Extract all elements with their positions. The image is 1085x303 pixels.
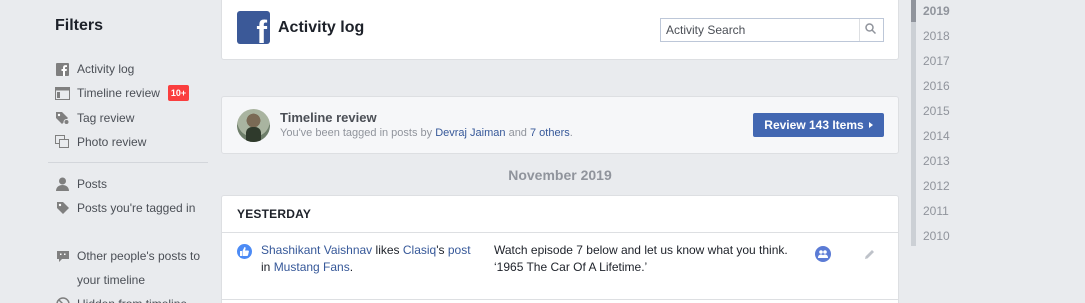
search-button[interactable] (859, 19, 881, 41)
activity-row: Shashikant Vaishnav likes Clasiq's post … (222, 234, 898, 300)
target-link[interactable]: Clasiq (403, 243, 436, 257)
year-link-2019[interactable]: 2019 (923, 4, 950, 18)
activity-search (660, 18, 884, 42)
year-rail (911, 0, 916, 246)
year-link-2016[interactable]: 2016 (923, 79, 950, 93)
others-link[interactable]: 7 others (530, 127, 570, 139)
section-header: YESTERDAY (222, 196, 898, 233)
post-link[interactable]: post (448, 243, 471, 257)
content-line: ‘1965 The Car Of A Lifetime.’ (494, 260, 648, 274)
review-items-button[interactable]: Review 143 Items (753, 113, 884, 137)
activity-content: Watch episode 7 below and let us know wh… (494, 242, 794, 276)
filter-label: Photo review (77, 135, 147, 149)
avatar (237, 109, 270, 142)
filter-label: Other people's posts to your timeline (77, 249, 201, 287)
filter-timeline-review[interactable]: Timeline review 10+ (55, 81, 190, 105)
review-title: Timeline review (280, 110, 377, 125)
facebook-square-icon (55, 62, 70, 76)
content-line: Watch episode 7 below and let us know wh… (494, 243, 788, 257)
filter-label: Posts you're tagged in (77, 201, 196, 215)
year-link-2018[interactable]: 2018 (923, 29, 950, 43)
search-icon (865, 23, 877, 37)
tag-review-icon (55, 111, 70, 125)
sidebar-divider (48, 162, 208, 163)
year-link-2010[interactable]: 2010 (923, 229, 950, 243)
month-heading: November 2019 (508, 167, 612, 183)
activity-description: Shashikant Vaishnav likes Clasiq's post … (261, 243, 471, 274)
year-navigation: 2019 2018 2017 2016 2015 2014 2013 2012 … (911, 0, 1085, 303)
filter-label: Hidden from timeline (77, 292, 202, 303)
filter-activity-log[interactable]: Activity log (55, 57, 202, 81)
year-link-2017[interactable]: 2017 (923, 54, 950, 68)
notification-badge: 10+ (167, 85, 190, 101)
like-icon (237, 244, 252, 259)
group-audience-icon[interactable] (815, 246, 831, 262)
group-link[interactable]: Mustang Fans (274, 260, 350, 274)
caret-right-icon (868, 122, 873, 128)
year-link-2011[interactable]: 2011 (923, 204, 949, 218)
filter-photo-review[interactable]: Photo review (55, 130, 202, 154)
filter-label: Timeline review (77, 86, 160, 100)
filters-title: Filters (55, 17, 104, 34)
filter-label: Tag review (77, 111, 135, 125)
year-link-2012[interactable]: 2012 (923, 179, 950, 193)
tagger-link[interactable]: Devraj Jaiman (435, 127, 505, 139)
page-title: Activity log (278, 19, 365, 36)
activity-log-header: f Activity log (221, 0, 899, 60)
year-link-2013[interactable]: 2013 (923, 154, 950, 168)
hidden-icon (55, 297, 70, 303)
filter-others-posts[interactable]: Other people's posts to your timeline (55, 244, 202, 292)
filters-sidebar: Filters Activity log Timeline review 10+… (0, 0, 215, 303)
comment-icon (55, 249, 70, 263)
timeline-icon (55, 86, 70, 100)
filter-tag-review[interactable]: Tag review (55, 106, 202, 130)
filter-posts[interactable]: Posts (55, 172, 202, 196)
year-link-2014[interactable]: 2014 (923, 129, 950, 143)
filter-label: Posts (77, 177, 108, 191)
filter-posts-tagged[interactable]: Posts you're tagged in (55, 196, 202, 220)
timeline-review-card: Timeline review You've been tagged in po… (221, 96, 899, 154)
actor-link[interactable]: Shashikant Vaishnav (261, 243, 372, 257)
person-icon (55, 177, 70, 191)
tag-icon (55, 201, 70, 215)
year-link-2015[interactable]: 2015 (923, 104, 950, 118)
activity-card: YESTERDAY Shashikant Vaishnav likes Clas… (221, 195, 899, 303)
photo-review-icon (55, 135, 70, 149)
filter-hidden[interactable]: Hidden from timeline (55, 292, 202, 303)
activity-search-input[interactable] (661, 19, 859, 41)
facebook-logo-icon[interactable]: f (237, 11, 270, 44)
pencil-icon[interactable] (862, 247, 876, 261)
review-subtitle: You've been tagged in posts by Devraj Ja… (280, 127, 573, 139)
filter-label: Activity log (77, 62, 135, 76)
